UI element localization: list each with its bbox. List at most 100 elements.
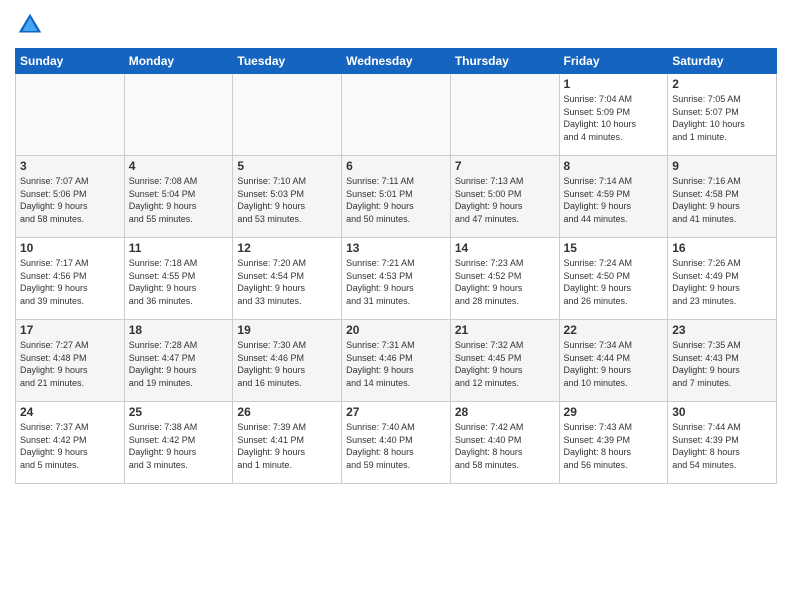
day-number: 25: [129, 405, 229, 419]
day-info: Sunrise: 7:20 AM Sunset: 4:54 PM Dayligh…: [237, 257, 337, 307]
day-info: Sunrise: 7:43 AM Sunset: 4:39 PM Dayligh…: [564, 421, 664, 471]
calendar-cell: 19 Sunrise: 7:30 AM Sunset: 4:46 PM Dayli…: [233, 320, 342, 402]
day-number: 20: [346, 323, 446, 337]
calendar-cell: 24 Sunrise: 7:37 AM Sunset: 4:42 PM Dayli…: [16, 402, 125, 484]
day-number: 30: [672, 405, 772, 419]
day-number: 15: [564, 241, 664, 255]
day-number: 18: [129, 323, 229, 337]
calendar-cell: 28Sunrise: 7:42 AM Sunset: 4:40 PM Dayli…: [450, 402, 559, 484]
day-number: 5: [237, 159, 337, 173]
day-number: 17: [20, 323, 120, 337]
day-info: Sunrise: 7:30 AM Sunset: 4:46 PM Dayligh…: [237, 339, 337, 389]
day-number: 3: [20, 159, 120, 173]
calendar-cell: [16, 74, 125, 156]
day-number: 4: [129, 159, 229, 173]
calendar-cell: 25 Sunrise: 7:38 AM Sunset: 4:42 PM Dayli…: [124, 402, 233, 484]
day-info: Sunrise: 7:28 AM Sunset: 4:47 PM Dayligh…: [129, 339, 229, 389]
header: [15, 10, 777, 40]
day-info: Sunrise: 7:38 AM Sunset: 4:42 PM Dayligh…: [129, 421, 229, 471]
day-number: 12: [237, 241, 337, 255]
logo: [15, 10, 49, 40]
calendar-cell: 20 Sunrise: 7:31 AM Sunset: 4:46 PM Dayli…: [342, 320, 451, 402]
day-info: Sunrise: 7:10 AM Sunset: 5:03 PM Dayligh…: [237, 175, 337, 225]
day-info: Sunrise: 7:37 AM Sunset: 4:42 PM Dayligh…: [20, 421, 120, 471]
day-number: 10: [20, 241, 120, 255]
day-info: Sunrise: 7:13 AM Sunset: 5:00 PM Dayligh…: [455, 175, 555, 225]
day-number: 16: [672, 241, 772, 255]
day-info: Sunrise: 7:07 AM Sunset: 5:06 PM Dayligh…: [20, 175, 120, 225]
page: SundayMondayTuesdayWednesdayThursdayFrid…: [0, 0, 792, 494]
day-number: 21: [455, 323, 555, 337]
day-number: 2: [672, 77, 772, 91]
day-info: Sunrise: 7:23 AM Sunset: 4:52 PM Dayligh…: [455, 257, 555, 307]
day-number: 26: [237, 405, 337, 419]
calendar-cell: 11 Sunrise: 7:18 AM Sunset: 4:55 PM Dayli…: [124, 238, 233, 320]
calendar-cell: 26 Sunrise: 7:39 AM Sunset: 4:41 PM Dayli…: [233, 402, 342, 484]
day-info: Sunrise: 7:40 AM Sunset: 4:40 PM Dayligh…: [346, 421, 446, 471]
day-info: Sunrise: 7:21 AM Sunset: 4:53 PM Dayligh…: [346, 257, 446, 307]
calendar-cell: 1Sunrise: 7:04 AM Sunset: 5:09 PM Daylig…: [559, 74, 668, 156]
week-row-2: 3 Sunrise: 7:07 AM Sunset: 5:06 PM Daylig…: [16, 156, 777, 238]
calendar-cell: 2 Sunrise: 7:05 AM Sunset: 5:07 PM Daylig…: [668, 74, 777, 156]
calendar-cell: 4 Sunrise: 7:08 AM Sunset: 5:04 PM Daylig…: [124, 156, 233, 238]
calendar: SundayMondayTuesdayWednesdayThursdayFrid…: [15, 48, 777, 484]
calendar-cell: 22 Sunrise: 7:34 AM Sunset: 4:44 PM Dayli…: [559, 320, 668, 402]
calendar-cell: [233, 74, 342, 156]
calendar-cell: 23 Sunrise: 7:35 AM Sunset: 4:43 PM Dayli…: [668, 320, 777, 402]
day-number: 13: [346, 241, 446, 255]
calendar-cell: [342, 74, 451, 156]
day-number: 8: [564, 159, 664, 173]
calendar-cell: 18 Sunrise: 7:28 AM Sunset: 4:47 PM Dayli…: [124, 320, 233, 402]
day-info: Sunrise: 7:24 AM Sunset: 4:50 PM Dayligh…: [564, 257, 664, 307]
weekday-header-tuesday: Tuesday: [233, 49, 342, 74]
day-info: Sunrise: 7:08 AM Sunset: 5:04 PM Dayligh…: [129, 175, 229, 225]
calendar-cell: 10Sunrise: 7:17 AM Sunset: 4:56 PM Dayli…: [16, 238, 125, 320]
calendar-cell: 9 Sunrise: 7:16 AM Sunset: 4:58 PM Daylig…: [668, 156, 777, 238]
calendar-cell: [450, 74, 559, 156]
day-info: Sunrise: 7:39 AM Sunset: 4:41 PM Dayligh…: [237, 421, 337, 471]
week-row-4: 17Sunrise: 7:27 AM Sunset: 4:48 PM Dayli…: [16, 320, 777, 402]
day-number: 24: [20, 405, 120, 419]
calendar-cell: 16Sunrise: 7:26 AM Sunset: 4:49 PM Dayli…: [668, 238, 777, 320]
calendar-cell: 3 Sunrise: 7:07 AM Sunset: 5:06 PM Daylig…: [16, 156, 125, 238]
weekday-header-monday: Monday: [124, 49, 233, 74]
day-info: Sunrise: 7:16 AM Sunset: 4:58 PM Dayligh…: [672, 175, 772, 225]
day-number: 11: [129, 241, 229, 255]
weekday-header-wednesday: Wednesday: [342, 49, 451, 74]
weekday-header-row: SundayMondayTuesdayWednesdayThursdayFrid…: [16, 49, 777, 74]
day-info: Sunrise: 7:42 AM Sunset: 4:40 PM Dayligh…: [455, 421, 555, 471]
logo-icon: [15, 10, 45, 40]
day-info: Sunrise: 7:31 AM Sunset: 4:46 PM Dayligh…: [346, 339, 446, 389]
day-info: Sunrise: 7:14 AM Sunset: 4:59 PM Dayligh…: [564, 175, 664, 225]
weekday-header-sunday: Sunday: [16, 49, 125, 74]
day-info: Sunrise: 7:11 AM Sunset: 5:01 PM Dayligh…: [346, 175, 446, 225]
day-number: 23: [672, 323, 772, 337]
week-row-3: 10Sunrise: 7:17 AM Sunset: 4:56 PM Dayli…: [16, 238, 777, 320]
calendar-cell: 6 Sunrise: 7:11 AM Sunset: 5:01 PM Daylig…: [342, 156, 451, 238]
calendar-cell: 15 Sunrise: 7:24 AM Sunset: 4:50 PM Dayli…: [559, 238, 668, 320]
day-info: Sunrise: 7:04 AM Sunset: 5:09 PM Dayligh…: [564, 93, 664, 143]
calendar-cell: 30Sunrise: 7:44 AM Sunset: 4:39 PM Dayli…: [668, 402, 777, 484]
calendar-cell: 17Sunrise: 7:27 AM Sunset: 4:48 PM Dayli…: [16, 320, 125, 402]
day-number: 22: [564, 323, 664, 337]
calendar-cell: 12 Sunrise: 7:20 AM Sunset: 4:54 PM Dayli…: [233, 238, 342, 320]
weekday-header-thursday: Thursday: [450, 49, 559, 74]
day-info: Sunrise: 7:18 AM Sunset: 4:55 PM Dayligh…: [129, 257, 229, 307]
day-number: 6: [346, 159, 446, 173]
calendar-cell: 7 Sunrise: 7:13 AM Sunset: 5:00 PM Daylig…: [450, 156, 559, 238]
calendar-cell: 27 Sunrise: 7:40 AM Sunset: 4:40 PM Dayli…: [342, 402, 451, 484]
day-number: 29: [564, 405, 664, 419]
weekday-header-friday: Friday: [559, 49, 668, 74]
day-number: 27: [346, 405, 446, 419]
day-number: 9: [672, 159, 772, 173]
day-info: Sunrise: 7:05 AM Sunset: 5:07 PM Dayligh…: [672, 93, 772, 143]
calendar-cell: 5 Sunrise: 7:10 AM Sunset: 5:03 PM Daylig…: [233, 156, 342, 238]
day-info: Sunrise: 7:34 AM Sunset: 4:44 PM Dayligh…: [564, 339, 664, 389]
day-number: 14: [455, 241, 555, 255]
day-number: 19: [237, 323, 337, 337]
day-number: 7: [455, 159, 555, 173]
weekday-header-saturday: Saturday: [668, 49, 777, 74]
calendar-cell: 8 Sunrise: 7:14 AM Sunset: 4:59 PM Daylig…: [559, 156, 668, 238]
day-info: Sunrise: 7:35 AM Sunset: 4:43 PM Dayligh…: [672, 339, 772, 389]
calendar-cell: [124, 74, 233, 156]
